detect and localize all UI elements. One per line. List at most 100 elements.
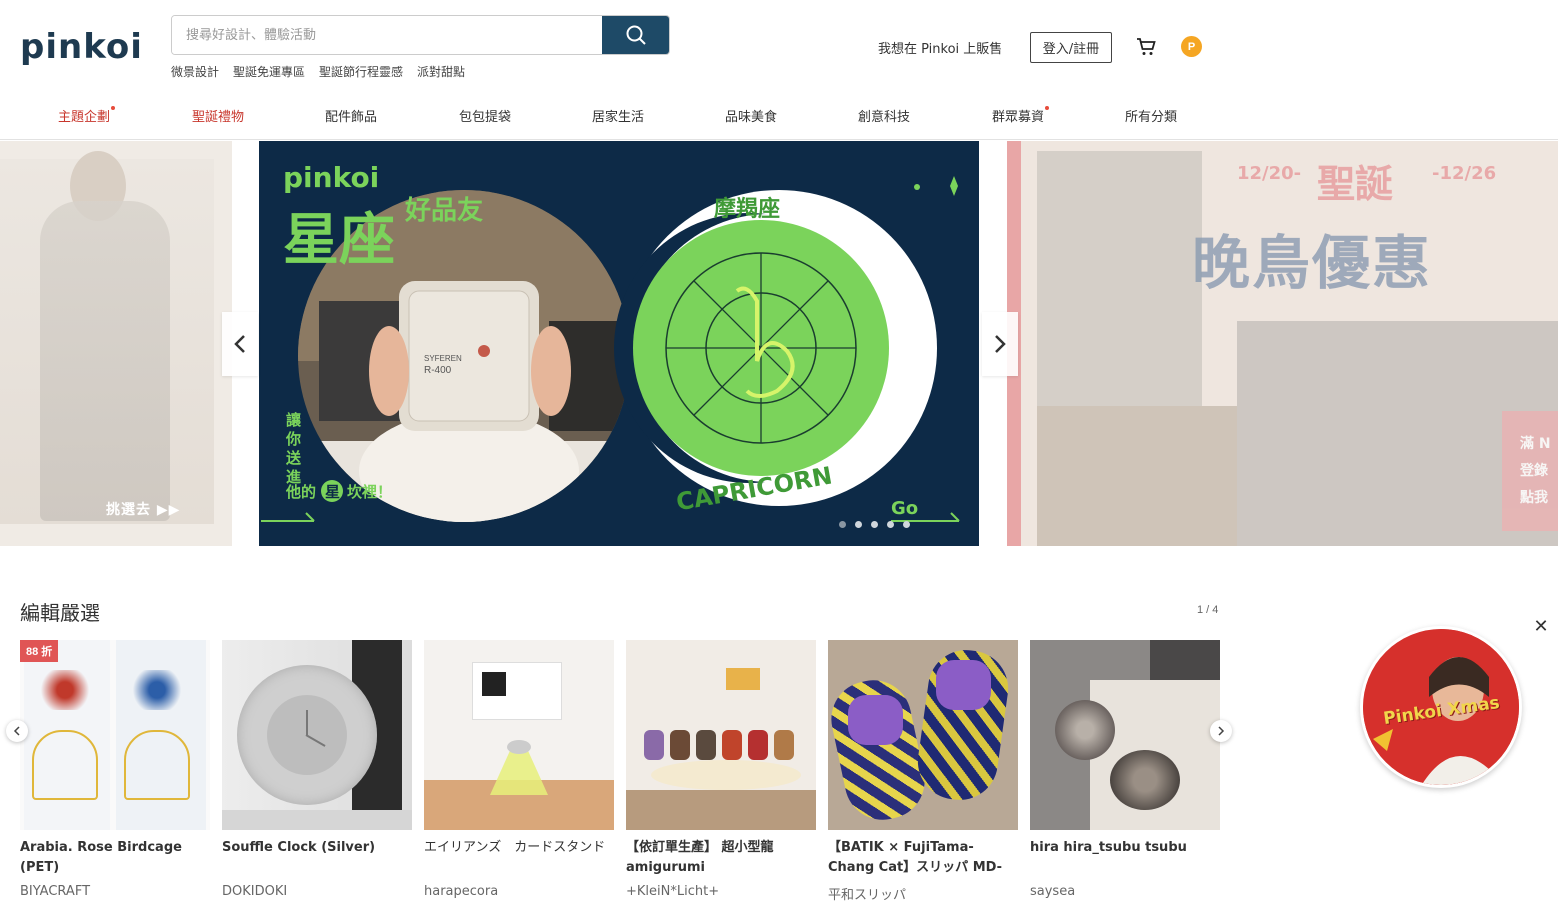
close-icon[interactable]: ✕ <box>1531 616 1551 636</box>
promo-side-line: 登錄 <box>1520 463 1548 479</box>
nav-item-label: 群眾募資 <box>992 110 1045 125</box>
shop-name[interactable]: saysea <box>1030 884 1220 899</box>
banner-slide-current[interactable]: SYFEREN R-400 摩羯座 CAPRICORN Go pinkoi 星座… <box>259 141 979 546</box>
banner-vertical-text: 你 <box>285 430 301 448</box>
search-input[interactable] <box>172 16 604 54</box>
chevron-left-icon <box>234 335 245 353</box>
nav-item-themes[interactable]: 主題企劃 <box>58 106 116 125</box>
carousel-prev-button[interactable] <box>222 312 258 376</box>
nav-item-all-categories[interactable]: 所有分類 <box>1125 106 1177 125</box>
product-title: 【BATIK × FujiTama-Chang Cat】スリッパ MD-040 … <box>828 840 1003 875</box>
nav-item-home[interactable]: 居家生活 <box>592 106 644 125</box>
search-button[interactable] <box>602 16 669 54</box>
section-title: 編輯嚴選 <box>20 601 100 625</box>
product-image: 88 折 <box>20 640 210 830</box>
shop-name[interactable]: BIYACRAFT <box>20 884 210 899</box>
carousel-dot[interactable] <box>887 521 894 528</box>
nav-item-accessories[interactable]: 配件飾品 <box>325 106 377 125</box>
hot-keyword[interactable]: 聖誕免運專區 <box>233 63 305 80</box>
product-card[interactable]: 【依訂單生產】 超小型龍 amigurumi +KleiN*Licht+ <box>626 640 816 899</box>
banner-brand: pinkoi <box>283 161 379 194</box>
banner-slide-next[interactable]: 12/20- 聖誕 -12/26 晚鳥優惠 滿 N 登錄 點我 <box>1007 141 1558 546</box>
xmas-promo-bubble[interactable]: Pinkoi Xmas <box>1360 626 1522 788</box>
cart-button[interactable] <box>1136 37 1156 62</box>
carousel-dot[interactable] <box>903 521 910 528</box>
banner-photo <box>1037 151 1202 406</box>
nav-item-xmas-gifts[interactable]: 聖誕禮物 <box>192 106 244 125</box>
hot-keyword[interactable]: 派對甜點 <box>417 63 465 80</box>
products-next-button[interactable] <box>1210 720 1232 742</box>
banner-bottom-text: 他的 <box>285 483 316 501</box>
product-image <box>1030 640 1220 830</box>
product-title: hira hira_tsubu tsubu <box>1030 840 1187 855</box>
promo-date-end: -12/26 <box>1432 163 1497 184</box>
sell-link[interactable]: 我想在 Pinkoi 上販售 <box>878 38 1002 57</box>
banner-slide-prev[interactable]: 挑選去 ▶▶ <box>0 141 232 546</box>
banner-bottom-highlight: 星 <box>325 483 340 501</box>
shop-name[interactable]: DOKIDOKI <box>222 884 412 899</box>
banner-bottom-text-end: 坎裡！ <box>347 483 392 501</box>
carousel-dot[interactable] <box>855 521 862 528</box>
products-prev-button[interactable] <box>6 720 28 742</box>
nav-item-crowdfunding[interactable]: 群眾募資 <box>992 106 1050 125</box>
new-dot <box>111 106 116 110</box>
chevron-right-icon <box>1218 726 1225 736</box>
banner-vertical-text: 讓 <box>286 411 302 429</box>
nav-item-label: 品味美食 <box>725 110 778 125</box>
cart-icon <box>1137 38 1156 55</box>
hot-keyword[interactable]: 微景設計 <box>171 63 219 80</box>
product-card[interactable]: 【BATIK × FujiTama-Chang Cat】スリッパ MD-040 … <box>828 640 1018 903</box>
nav-item-tech[interactable]: 創意科技 <box>858 106 910 125</box>
promo-side-line: 滿 N <box>1520 436 1551 452</box>
promo-event: 聖誕 <box>1317 162 1394 206</box>
login-button[interactable]: 登入/註冊 <box>1030 32 1112 63</box>
go-label: Go <box>891 498 918 519</box>
chevron-left-icon <box>13 726 20 736</box>
nav-item-label: 創意科技 <box>858 110 911 125</box>
product-list: 88 折 Arabia. Rose Birdcage (PET) BIYACRA… <box>20 640 1220 903</box>
hot-keyword[interactable]: 聖誕節行程靈感 <box>319 63 403 80</box>
search-icon <box>626 25 646 45</box>
product-title: Arabia. Rose Birdcage (PET) <box>20 840 182 875</box>
nav-item-label: 配件飾品 <box>325 110 378 125</box>
product-image <box>626 640 816 830</box>
pinkoi-coin-icon[interactable]: P <box>1181 36 1202 57</box>
product-card[interactable]: 88 折 Arabia. Rose Birdcage (PET) BIYACRA… <box>20 640 210 899</box>
carousel-dots <box>839 521 910 528</box>
chevron-right-icon <box>995 335 1006 353</box>
carousel-dot[interactable] <box>839 521 846 528</box>
product-model: R-400 <box>424 365 452 376</box>
carousel-next-button[interactable] <box>982 312 1018 376</box>
product-title: 【依訂單生產】 超小型龍 amigurumi <box>626 840 774 875</box>
nav-item-label: 包包提袋 <box>459 110 512 125</box>
hero-carousel: 挑選去 ▶▶ SYFEREN R-400 摩羯座 CAPRICORN Go pi… <box>0 141 1558 546</box>
product-image <box>828 640 1018 830</box>
section-pager: 1 / 4 <box>1197 604 1219 616</box>
product-image <box>222 640 412 830</box>
search-bar <box>171 15 670 55</box>
banner-photo <box>1037 406 1237 546</box>
shop-name[interactable]: 平和スリッパ <box>828 884 1018 903</box>
product-title: エイリアンズ カードスタンド <box>424 840 606 855</box>
promo-side-tab: 滿 N 登錄 點我 <box>1502 411 1558 531</box>
product-card[interactable]: Souffle Clock (Silver) DOKIDOKI <box>222 640 412 899</box>
nav-item-label: 主題企劃 <box>58 110 111 125</box>
product-card[interactable]: hira hira_tsubu tsubu saysea <box>1030 640 1220 899</box>
nav-item-bags[interactable]: 包包提袋 <box>459 106 511 125</box>
banner-vertical-text: 送 <box>285 449 302 467</box>
hot-keywords: 微景設計 聖誕免運專區 聖誕節行程靈感 派對甜點 <box>171 63 465 80</box>
new-dot <box>1045 106 1050 110</box>
shop-name[interactable]: +KleiN*Licht+ <box>626 884 816 899</box>
zodiac-banner-art: SYFEREN R-400 摩羯座 CAPRICORN Go pinkoi 星座… <box>261 161 960 522</box>
shop-name[interactable]: harapecora <box>424 884 614 899</box>
sparkle-icon <box>950 176 958 196</box>
product-image <box>424 640 614 830</box>
nav-item-label: 聖誕禮物 <box>192 110 245 125</box>
pinkoi-logo[interactable]: pinkoi <box>20 27 143 67</box>
carousel-dot[interactable] <box>871 521 878 528</box>
promo-date-start: 12/20- <box>1237 163 1302 184</box>
nav-item-food[interactable]: 品味美食 <box>725 106 777 125</box>
model-figure <box>40 201 170 521</box>
product-card[interactable]: エイリアンズ カードスタンド harapecora <box>424 640 614 899</box>
nav-item-label: 所有分類 <box>1125 110 1178 125</box>
